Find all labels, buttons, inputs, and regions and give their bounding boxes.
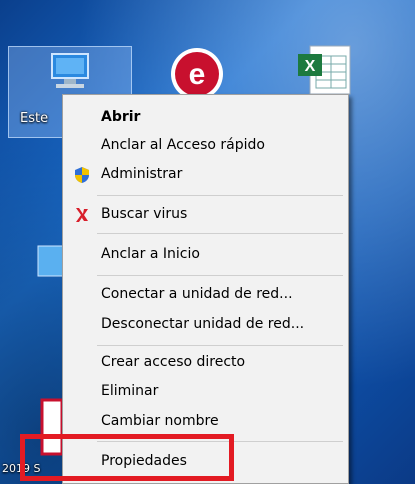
menu-item-open[interactable]: Abrir: [63, 103, 348, 131]
menu-item-create-shortcut[interactable]: Crear acceso directo: [63, 348, 348, 376]
this-pc-label: Este: [20, 111, 49, 126]
uac-shield-icon: [73, 166, 91, 184]
menu-item-label: Buscar virus: [101, 206, 188, 222]
menu-item-label: Eliminar: [101, 383, 159, 399]
menu-item-label: Cambiar nombre: [101, 413, 219, 429]
menu-item-label: Anclar al Acceso rápido: [101, 137, 265, 153]
menu-item-pin-quick-access[interactable]: Anclar al Acceso rápido: [63, 131, 348, 159]
excel-file-icon[interactable]: X: [296, 44, 358, 100]
menu-separator: [97, 233, 343, 234]
menu-item-label: Desconectar unidad de red...: [101, 316, 305, 332]
menu-separator: [97, 275, 343, 276]
antivirus-icon: [73, 206, 91, 224]
menu-item-disconnect-network-drive[interactable]: Desconectar unidad de red...: [63, 310, 348, 338]
this-pc-icon[interactable]: [48, 52, 92, 96]
context-menu: Abrir Anclar al Acceso rápido Administra…: [62, 94, 349, 484]
svg-text:X: X: [305, 58, 316, 75]
menu-item-label: Crear acceso directo: [101, 354, 246, 370]
svg-text:e: e: [189, 58, 206, 91]
menu-item-delete[interactable]: Eliminar: [63, 377, 348, 405]
properties-highlight-box: [20, 434, 234, 481]
menu-separator: [97, 345, 343, 346]
menu-item-rename[interactable]: Cambiar nombre: [63, 407, 348, 435]
menu-item-manage[interactable]: Administrar: [63, 160, 348, 188]
menu-item-map-network-drive[interactable]: Conectar a unidad de red...: [63, 280, 348, 308]
menu-item-label: Anclar a Inicio: [101, 246, 200, 262]
menu-item-label: Conectar a unidad de red...: [101, 286, 293, 302]
menu-item-label: Abrir: [101, 109, 141, 125]
menu-separator: [97, 195, 343, 196]
menu-item-label: Administrar: [101, 166, 183, 182]
menu-item-pin-start[interactable]: Anclar a Inicio: [63, 240, 348, 268]
menu-item-scan-virus[interactable]: Buscar virus: [63, 200, 348, 228]
